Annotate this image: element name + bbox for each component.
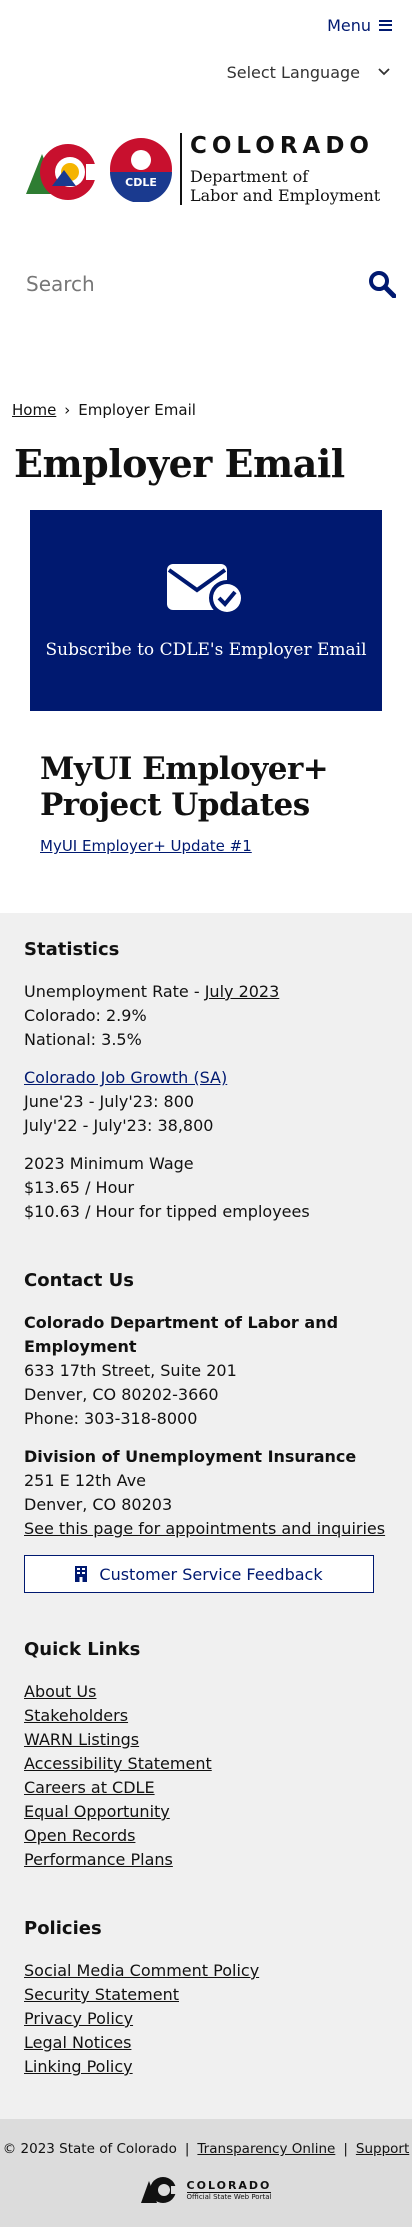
quick-link-equal-opportunity[interactable]: Equal Opportunity: [24, 1800, 388, 1824]
unemployment-link[interactable]: July 2023: [205, 982, 280, 1001]
main-content: Home › Employer Email Employer Email Sub…: [0, 401, 412, 855]
policy-privacy[interactable]: Privacy Policy: [24, 2007, 388, 2031]
search-bar: [0, 244, 412, 324]
contact-address2: Denver, CO 80202-3660: [24, 1385, 219, 1404]
policy-social-media[interactable]: Social Media Comment Policy: [24, 1959, 388, 1983]
portal-title: COLORADO: [186, 2179, 272, 2192]
policies-heading: Policies: [24, 1918, 102, 1939]
logo-dept-line2: Labor and Employment: [190, 186, 381, 205]
quick-link-stakeholders[interactable]: Stakeholders: [24, 1704, 388, 1728]
policy-linking[interactable]: Linking Policy: [24, 2055, 388, 2079]
feedback-label: Customer Service Feedback: [99, 1564, 323, 1584]
menu-label: Menu: [327, 15, 371, 35]
quick-link-warn-listings[interactable]: WARN Listings: [24, 1728, 388, 1752]
hamburger-icon: [379, 19, 392, 31]
copyright: © 2023 State of Colorado: [2, 2141, 177, 2157]
bottom-links: © 2023 State of Colorado | Transparency …: [0, 2141, 412, 2157]
breadcrumb-separator: ›: [64, 401, 71, 419]
breadcrumb-home-link[interactable]: Home: [12, 401, 56, 419]
quick-link-about-us[interactable]: About Us: [24, 1680, 388, 1704]
logo-badge-text: CDLE: [125, 176, 157, 189]
division-address2: Denver, CO 80203: [24, 1495, 173, 1514]
breadcrumb-current: Employer Email: [78, 401, 196, 419]
cdle-logo[interactable]: CDLE COLORADO Department of Labor and Em…: [0, 94, 412, 244]
colorado-portal-icon: [140, 2177, 181, 2203]
policy-legal-notices[interactable]: Legal Notices: [24, 2031, 388, 2055]
growth-monthly: June'23 - July'23: 800: [24, 1092, 195, 1111]
project-updates: MyUI Employer+ Project Updates MyUI Empl…: [0, 711, 412, 855]
bottom-bar: © 2023 State of Colorado | Transparency …: [0, 2119, 412, 2227]
contact-section: Contact Us Colorado Department of Labor …: [24, 1270, 388, 1593]
site-footer: Statistics Unemployment Rate - July 2023…: [0, 913, 412, 2119]
menu-button[interactable]: Menu: [327, 16, 392, 35]
colorado-rate: Colorado: 2.9%: [24, 1006, 147, 1025]
language-selector[interactable]: Select Language: [0, 50, 412, 94]
email-check-icon: [167, 563, 245, 616]
min-wage-tipped: $10.63 / Hour for tipped employees: [24, 1202, 310, 1221]
separator-2: |: [343, 2141, 348, 2157]
search-input[interactable]: [26, 272, 326, 296]
division-name: Division of Unemployment Insurance: [24, 1447, 357, 1466]
breadcrumb: Home › Employer Email: [0, 401, 412, 419]
building-icon: [75, 1566, 88, 1582]
transparency-link[interactable]: Transparency Online: [197, 2141, 335, 2157]
division-address1: 251 E 12th Ave: [24, 1471, 146, 1490]
language-label: Select Language: [226, 62, 360, 82]
colorado-c-logo-icon: [26, 144, 108, 200]
customer-feedback-button[interactable]: Customer Service Feedback: [24, 1555, 374, 1593]
portal-subtitle: Official State Web Portal: [186, 2192, 272, 2201]
national-rate: National: 3.5%: [24, 1030, 142, 1049]
search-icon[interactable]: [368, 270, 396, 298]
support-link[interactable]: Support: [356, 2141, 409, 2157]
logo-text: COLORADO Department of Labor and Employm…: [180, 133, 380, 205]
statistics-heading: Statistics: [24, 939, 120, 960]
job-growth-link[interactable]: Colorado Job Growth (SA): [24, 1068, 227, 1087]
policy-security[interactable]: Security Statement: [24, 1983, 388, 2007]
statistics-section: Statistics Unemployment Rate - July 2023…: [24, 939, 388, 1224]
site-header: Menu Select Language CDLE COLORADO Depar…: [0, 0, 412, 324]
subscribe-caption: Subscribe to CDLE's Employer Email: [45, 639, 367, 660]
quick-link-performance-plans[interactable]: Performance Plans: [24, 1848, 388, 1872]
contact-org: Colorado Department of Labor and Employm…: [24, 1313, 339, 1356]
logo-dept: Department of Labor and Employment: [190, 167, 380, 205]
unemployment-rate: Unemployment Rate - July 2023: [24, 980, 388, 1004]
quick-link-careers[interactable]: Careers at CDLE: [24, 1776, 388, 1800]
quick-links-section: Quick Links About Us Stakeholders WARN L…: [24, 1639, 388, 1872]
update-1-link[interactable]: MyUI Employer+ Update #1: [40, 837, 252, 855]
separator-1: |: [184, 2141, 190, 2157]
quick-links-heading: Quick Links: [24, 1639, 141, 1660]
contact-heading: Contact Us: [24, 1270, 135, 1291]
contact-address1: 633 17th Street, Suite 201: [24, 1361, 237, 1380]
subscribe-banner[interactable]: Subscribe to CDLE's Employer Email: [30, 510, 382, 711]
growth-yearly: July'22 - July'23: 38,800: [24, 1116, 214, 1135]
state-portal-logo[interactable]: COLORADO Official State Web Portal: [0, 2175, 412, 2205]
quick-link-open-records[interactable]: Open Records: [24, 1824, 388, 1848]
logo-dept-line1: Department of: [190, 167, 309, 186]
page-title: Employer Email: [14, 441, 345, 486]
unemployment-prefix: Unemployment Rate -: [24, 982, 205, 1001]
quick-link-accessibility[interactable]: Accessibility Statement: [24, 1752, 388, 1776]
chevron-down-icon: [378, 68, 390, 76]
updates-heading: MyUI Employer+ Project Updates: [40, 751, 329, 823]
policies-section: Policies Social Media Comment Policy Sec…: [24, 1918, 388, 2079]
contact-phone: Phone: 303-318-8000: [24, 1409, 198, 1428]
cdle-badge-icon: CDLE: [110, 138, 172, 202]
appointments-link[interactable]: See this page for appointments and inqui…: [24, 1519, 385, 1538]
logo-title: COLORADO: [190, 133, 374, 159]
top-bar: Menu: [0, 0, 412, 50]
min-wage-title: 2023 Minimum Wage: [24, 1154, 194, 1173]
min-wage-hourly: $13.65 / Hour: [24, 1178, 135, 1197]
